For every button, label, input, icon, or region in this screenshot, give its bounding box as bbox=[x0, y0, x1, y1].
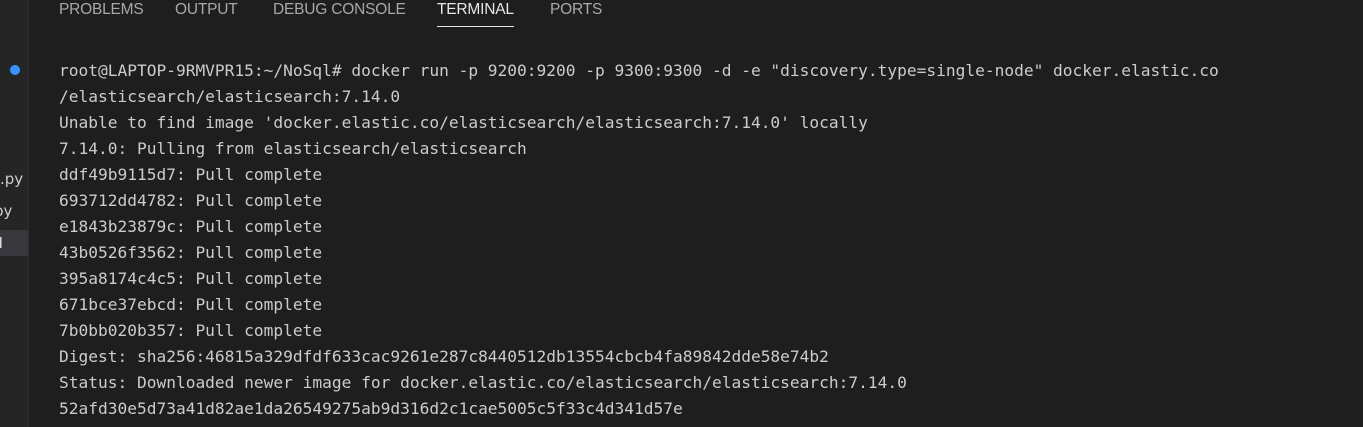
terminal-line: Unable to find image 'docker.elastic.co/… bbox=[59, 113, 868, 132]
vscode-window: .py py M PROBLEMS OUTPUT DEBUG CONSOLE T… bbox=[0, 0, 1363, 427]
tab-ports[interactable]: PORTS bbox=[550, 0, 602, 26]
terminal-line: 52afd30e5d73a41d82ae1da26549275ab9d316d2… bbox=[59, 399, 683, 418]
terminal-line: 7.14.0: Pulling from elasticsearch/elast… bbox=[59, 139, 527, 158]
explorer-file-label: M bbox=[0, 230, 3, 256]
tab-terminal[interactable]: TERMINAL bbox=[437, 0, 514, 27]
terminal-output[interactable]: root@LAPTOP-9RMVPR15:~/NoSql# docker run… bbox=[28, 58, 1363, 427]
panel-tab-bar: PROBLEMS OUTPUT DEBUG CONSOLE TERMINAL P… bbox=[28, 0, 1363, 30]
terminal-line: 395a8174c4c5: Pull complete bbox=[59, 269, 323, 288]
terminal-line: 671bce37ebcd: Pull complete bbox=[59, 295, 323, 314]
terminal-line: e1843b23879c: Pull complete bbox=[59, 217, 323, 236]
explorer-file-label: py bbox=[0, 202, 13, 220]
explorer-file-item[interactable]: .py bbox=[0, 166, 28, 192]
terminal-line: 43b0526f3562: Pull complete bbox=[59, 243, 323, 262]
terminal-line: /elasticsearch/elasticsearch:7.14.0 bbox=[59, 87, 401, 106]
terminal-line: 7b0bb020b357: Pull complete bbox=[59, 321, 323, 340]
terminal-line: ddf49b9115d7: Pull complete bbox=[59, 165, 323, 184]
terminal-command-line: root@LAPTOP-9RMVPR15:~/NoSql# docker run… bbox=[59, 61, 1219, 80]
terminal-line: Digest: sha256:46815a329dfdf633cac9261e2… bbox=[59, 347, 829, 366]
explorer-file-item-selected[interactable]: M bbox=[0, 230, 28, 256]
explorer-file-label: .py bbox=[0, 170, 24, 188]
tab-problems[interactable]: PROBLEMS bbox=[59, 0, 144, 26]
terminal-line: Status: Downloaded newer image for docke… bbox=[59, 373, 907, 392]
tab-debug-console[interactable]: DEBUG CONSOLE bbox=[273, 0, 406, 26]
explorer-file-item[interactable]: py bbox=[0, 198, 28, 224]
terminal-line: 693712dd4782: Pull complete bbox=[59, 191, 323, 210]
tab-output[interactable]: OUTPUT bbox=[175, 0, 238, 26]
command-status-dot-icon[interactable] bbox=[10, 65, 20, 75]
